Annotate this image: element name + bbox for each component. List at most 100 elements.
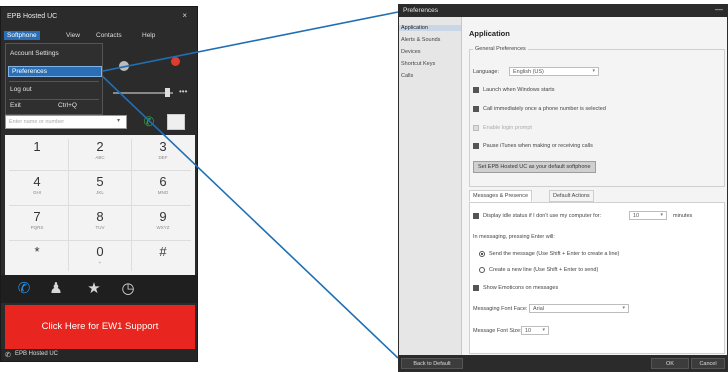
star-icon[interactable]: ★ [85, 280, 103, 298]
key-7[interactable]: 7 PQRS [6, 206, 68, 240]
sidebar-item-alerts-sounds[interactable]: Alerts & Sounds [401, 37, 440, 43]
close-icon[interactable]: × [182, 11, 187, 20]
key-5[interactable]: 5 JKL [69, 171, 131, 205]
checkbox-call-immediately[interactable] [473, 106, 479, 112]
tab-default-actions[interactable]: Default Actions [549, 190, 594, 202]
chevron-down-icon: ▾ [542, 327, 545, 333]
footer-label: EPB Hosted UC [15, 351, 59, 357]
login-prompt-label: Enable login prompt [483, 125, 532, 131]
menu-item-exit[interactable]: Exit [10, 102, 21, 109]
key-digit: 3 [159, 139, 167, 154]
menu-softphone[interactable]: Softphone [4, 31, 40, 40]
chevron-down-icon: ▾ [592, 68, 595, 74]
key-4[interactable]: 4 GHI [6, 171, 68, 205]
dial-input[interactable]: Enter name or number [5, 115, 127, 129]
key-1[interactable]: 1 [6, 136, 68, 170]
checkbox-emoticons[interactable] [473, 285, 479, 291]
sidebar-item-devices[interactable]: Devices [401, 49, 421, 55]
tab-messages-presence[interactable]: Messages & Presence [469, 190, 533, 202]
key-hash[interactable]: # [132, 241, 194, 275]
radio-new-line[interactable] [479, 267, 485, 273]
new-line-label: Create a new line (Use Shift + Enter to … [489, 267, 599, 273]
key-digit: 4 [33, 174, 41, 189]
key-star[interactable]: * [6, 241, 68, 275]
menu-bar: Softphone View Contacts Help [1, 29, 197, 43]
app-title: EPB Hosted UC [7, 13, 58, 20]
contacts-icon[interactable]: ♟ [47, 280, 65, 298]
key-letters: PQRS [30, 225, 44, 230]
chevron-down-icon: ▾ [622, 305, 625, 311]
softphone-dropdown-menu: Account Settings Preferences Log out Exi… [5, 43, 103, 115]
volume-track[interactable] [113, 92, 173, 94]
clear-button[interactable] [167, 114, 185, 130]
call-immediately-label: Call immediately once a phone number is … [483, 106, 606, 112]
key-6[interactable]: 6 MNO [132, 171, 194, 205]
presence-icon[interactable] [119, 61, 129, 71]
font-face-label: Messaging Font Face: [473, 306, 528, 312]
menu-item-preferences[interactable]: Preferences [8, 66, 102, 77]
chevron-down-icon: ▾ [660, 212, 663, 218]
key-2[interactable]: 2 ABC [69, 136, 131, 170]
bottom-tab-bar: ✆ ♟ ★ ◷ [1, 275, 197, 303]
volume-slider-handle[interactable] [165, 88, 170, 97]
font-face-select[interactable]: Arial ▾ [529, 304, 629, 313]
checkbox-idle-status[interactable] [473, 213, 479, 219]
phone-icon: ✆ [5, 352, 11, 359]
ok-button[interactable]: OK [651, 358, 689, 369]
language-select[interactable]: English (US) ▾ [509, 67, 599, 76]
button-bar: Back to Default OK Cancel [399, 355, 727, 371]
sidebar-item-application[interactable]: Application [399, 25, 461, 31]
checkbox-login-prompt[interactable] [473, 125, 479, 131]
phone-icon[interactable]: ✆ [15, 280, 33, 298]
status-area [113, 57, 193, 77]
font-face-value: Arial [533, 306, 545, 312]
softphone-window: EPB Hosted UC × Softphone View Contacts … [0, 6, 198, 362]
menu-item-account-settings[interactable]: Account Settings [10, 50, 59, 57]
key-letters: WXYZ [156, 225, 170, 230]
menu-item-log-out[interactable]: Log out [10, 86, 32, 93]
key-3[interactable]: 3 DEF [132, 136, 194, 170]
key-digit: 7 [33, 209, 41, 224]
title-bar: Preferences — [399, 5, 727, 17]
menu-help[interactable]: Help [139, 31, 158, 40]
font-size-value: 10 [525, 328, 532, 334]
enter-behavior-label: In messaging, pressing Enter will: [473, 234, 555, 240]
sidebar-item-shortcut-keys[interactable]: Shortcut Keys [401, 61, 435, 67]
minimize-icon[interactable]: — [715, 5, 723, 14]
key-0[interactable]: 0 + [69, 241, 131, 275]
chevron-down-icon[interactable]: ▾ [117, 117, 120, 124]
back-to-default-button[interactable]: Back to Default [401, 358, 463, 369]
more-options-icon[interactable]: ••• [179, 87, 187, 96]
key-letters: DEF [158, 155, 168, 160]
key-digit: 2 [96, 139, 104, 154]
menu-view[interactable]: View [63, 31, 83, 40]
key-letters: MNO [157, 190, 169, 195]
key-8[interactable]: 8 TUV [69, 206, 131, 240]
key-digit: 0 [96, 244, 104, 259]
cancel-button[interactable]: Cancel [691, 358, 725, 369]
key-digit: * [34, 244, 40, 259]
key-letters: GHI [32, 190, 41, 195]
call-button[interactable]: ✆ [141, 114, 157, 130]
send-message-label: Send the message (Use Shift + Enter to c… [489, 251, 620, 257]
support-button[interactable]: Click Here for EW1 Support [5, 305, 195, 349]
idle-minutes-select[interactable]: 10 ▾ [629, 211, 667, 220]
notification-badge [171, 57, 180, 66]
history-icon[interactable]: ◷ [119, 280, 137, 298]
menu-separator [9, 99, 99, 100]
radio-send-message[interactable] [479, 251, 485, 257]
exit-shortcut: Ctrl+Q [58, 102, 77, 109]
menu-separator [9, 81, 99, 82]
font-size-select[interactable]: 10 ▾ [521, 326, 549, 335]
set-default-button[interactable]: Set EPB Hosted UC as your default softph… [473, 161, 596, 173]
status-footer: ✆ EPB Hosted UC [1, 349, 197, 361]
key-digit: 6 [159, 174, 167, 189]
sidebar-item-calls[interactable]: Calls [401, 73, 413, 79]
key-9[interactable]: 9 WXYZ [132, 206, 194, 240]
key-digit: 5 [96, 174, 104, 189]
menu-contacts[interactable]: Contacts [93, 31, 125, 40]
key-letters: ABC [95, 155, 105, 160]
checkbox-launch-on-start[interactable] [473, 87, 479, 93]
checkbox-pause-itunes[interactable] [473, 143, 479, 149]
pause-itunes-label: Pause iTunes when making or receiving ca… [483, 143, 593, 149]
